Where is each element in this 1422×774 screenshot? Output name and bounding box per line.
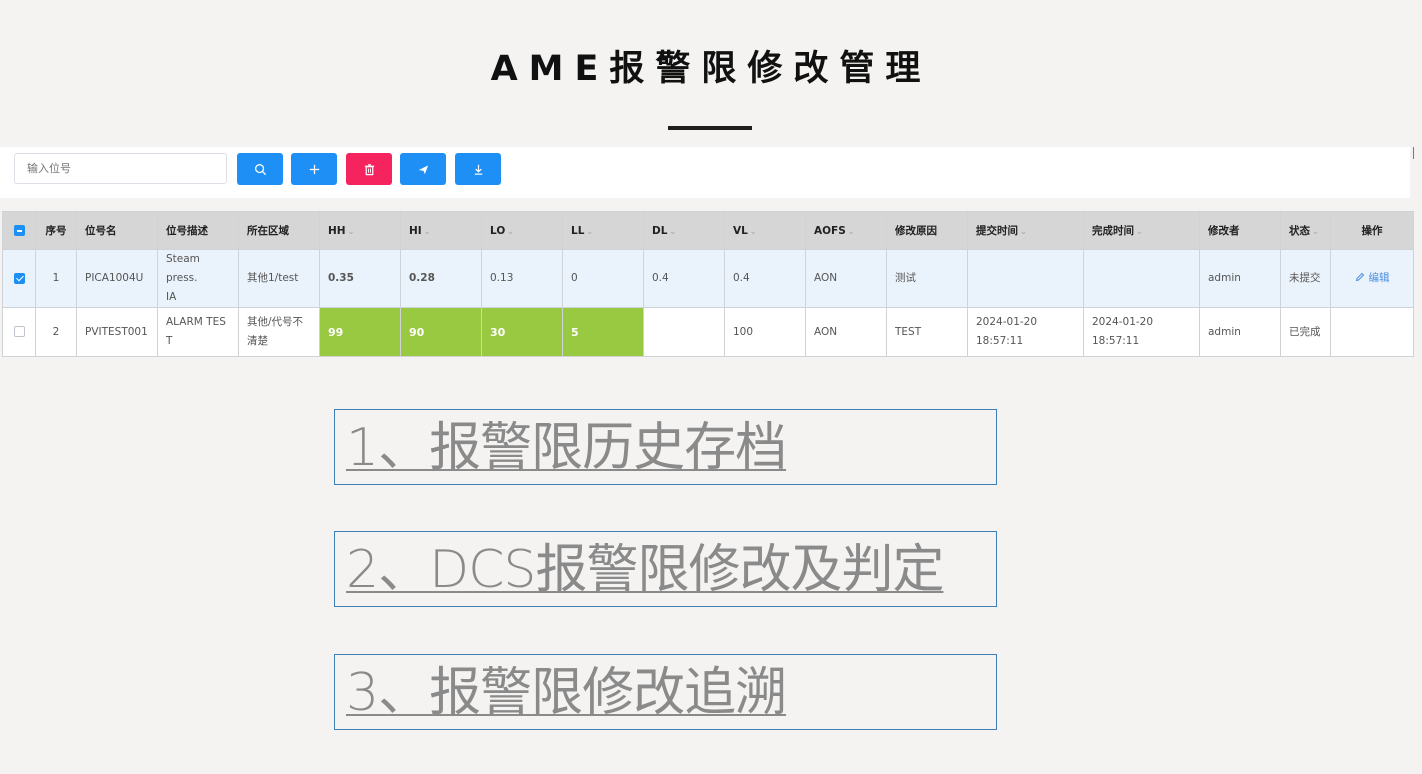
col-header: 所在区域 <box>238 211 320 250</box>
menu-item-label[interactable]: 1、报警限历史存档 <box>346 417 787 479</box>
sort-icon[interactable]: ⌄ <box>586 227 593 236</box>
col-header[interactable]: LL ⌄ <box>562 211 644 250</box>
menu-item-label[interactable]: 2、DCS报警限修改及判定 <box>346 539 944 601</box>
cell-submit-time: 2024-01-20 18:57:11 <box>967 307 1084 357</box>
cell-status: 未提交 <box>1280 249 1331 308</box>
toolbar <box>0 147 1410 198</box>
title-underline <box>668 126 752 130</box>
cell-area: 其他1/test <box>238 249 320 308</box>
submit-button[interactable] <box>400 153 446 185</box>
menu-item-label[interactable]: 3、报警限修改追溯 <box>346 662 787 724</box>
row-checkbox[interactable] <box>13 326 25 337</box>
cell-desc: Steam press. IA <box>157 249 239 308</box>
edit-link[interactable]: 编辑 <box>1355 272 1390 284</box>
col-header: 操作 <box>1330 211 1414 250</box>
cell-ll: 0 <box>562 249 644 308</box>
col-header[interactable]: AOFS ⌄ <box>805 211 887 250</box>
menu-item-dcs-modify[interactable]: 2、DCS报警限修改及判定 <box>334 531 997 607</box>
send-icon <box>418 164 428 174</box>
download-icon <box>474 164 482 175</box>
table-header: 序号 位号名 位号描述 所在区域 HH ⌄ HI ⌄ LO ⌄ LL ⌄ DL ⌄ VL ⌄… <box>2 211 1414 250</box>
col-header[interactable]: DL ⌄ <box>643 211 725 250</box>
cell-hi: 0.28 <box>400 249 482 308</box>
cell-desc: ALARM TES T <box>157 307 239 357</box>
cell-submit-time <box>967 249 1084 308</box>
cell-hh: 99 <box>319 307 401 357</box>
table-row[interactable]: 1 PICA1004U Steam press. IA 其他1/test 0.3… <box>2 249 1414 308</box>
col-header: 修改者 <box>1199 211 1281 250</box>
col-header: 序号 <box>35 211 77 250</box>
cell-lo: 0.13 <box>481 249 563 308</box>
sort-icon[interactable]: ⌄ <box>424 227 431 236</box>
pencil-icon <box>1355 272 1364 282</box>
row-checkbox[interactable] <box>13 272 25 284</box>
cell-hi: 90 <box>400 307 482 357</box>
menu-item-history-archive[interactable]: 1、报警限历史存档 <box>334 409 997 485</box>
download-button[interactable] <box>455 153 501 185</box>
cell-area: 其他/代号不 清楚 <box>238 307 320 357</box>
cell-tag: PVITEST001 <box>76 307 158 357</box>
sort-icon[interactable]: ⌄ <box>1136 227 1143 236</box>
cell-vl: 100 <box>724 307 806 357</box>
col-header: 位号名 <box>76 211 158 250</box>
cell-action <box>1330 307 1414 357</box>
cell-dl <box>643 307 725 357</box>
col-header[interactable]: 状态 ⌄ <box>1280 211 1331 250</box>
menu-item-trace[interactable]: 3、报警限修改追溯 <box>334 654 997 730</box>
row-select-cell[interactable] <box>2 249 36 308</box>
search-input[interactable] <box>14 153 227 184</box>
cell-done-time: 2024-01-20 18:57:11 <box>1083 307 1200 357</box>
scrollbar-edge <box>1413 147 1414 159</box>
col-header[interactable]: 完成时间 ⌄ <box>1083 211 1200 250</box>
search-icon <box>254 163 266 175</box>
plus-icon <box>309 164 319 174</box>
sort-icon[interactable]: ⌄ <box>669 227 676 236</box>
sort-icon[interactable]: ⌄ <box>348 227 355 236</box>
cell-editor: admin <box>1199 249 1281 308</box>
page-title: AME报警限修改管理 <box>490 49 932 89</box>
col-header[interactable]: LO ⌄ <box>481 211 563 250</box>
cell-vl: 0.4 <box>724 249 806 308</box>
cell-index: 1 <box>35 249 77 308</box>
search-button[interactable] <box>237 153 283 185</box>
sort-icon[interactable]: ⌄ <box>1312 227 1319 236</box>
sort-icon[interactable]: ⌄ <box>848 227 855 236</box>
cell-dl: 0.4 <box>643 249 725 308</box>
cell-status: 已完成 <box>1280 307 1331 357</box>
cell-done-time <box>1083 249 1200 308</box>
cell-hh: 0.35 <box>319 249 401 308</box>
cell-ll: 5 <box>562 307 644 357</box>
table-row[interactable]: 2 PVITEST001 ALARM TES T 其他/代号不 清楚 99 90… <box>2 307 1414 357</box>
cell-tag: PICA1004U <box>76 249 158 308</box>
col-header[interactable]: 提交时间 ⌄ <box>967 211 1084 250</box>
alarm-table: 序号 位号名 位号描述 所在区域 HH ⌄ HI ⌄ LO ⌄ LL ⌄ DL ⌄ VL ⌄… <box>2 211 1414 357</box>
cell-editor: admin <box>1199 307 1281 357</box>
col-header[interactable]: HI ⌄ <box>400 211 482 250</box>
col-header: 修改原因 <box>886 211 968 250</box>
delete-button[interactable] <box>346 153 392 185</box>
cell-lo: 30 <box>481 307 563 357</box>
cell-aofs: AON <box>805 307 887 357</box>
sort-icon[interactable]: ⌄ <box>507 227 514 236</box>
cell-action: 编辑 <box>1330 249 1414 308</box>
cell-aofs: AON <box>805 249 887 308</box>
add-button[interactable] <box>291 153 337 185</box>
sort-icon[interactable]: ⌄ <box>1020 227 1027 236</box>
cell-reason: TEST <box>886 307 968 357</box>
select-all-checkbox[interactable] <box>13 225 25 236</box>
cell-reason: 测试 <box>886 249 968 308</box>
row-select-cell[interactable] <box>2 307 36 357</box>
sort-icon[interactable]: ⌄ <box>750 227 757 236</box>
cell-index: 2 <box>35 307 77 357</box>
col-header[interactable]: HH ⌄ <box>319 211 401 250</box>
select-all-cell[interactable] <box>2 211 36 250</box>
trash-icon <box>364 163 374 175</box>
col-header[interactable]: VL ⌄ <box>724 211 806 250</box>
col-header: 位号描述 <box>157 211 239 250</box>
